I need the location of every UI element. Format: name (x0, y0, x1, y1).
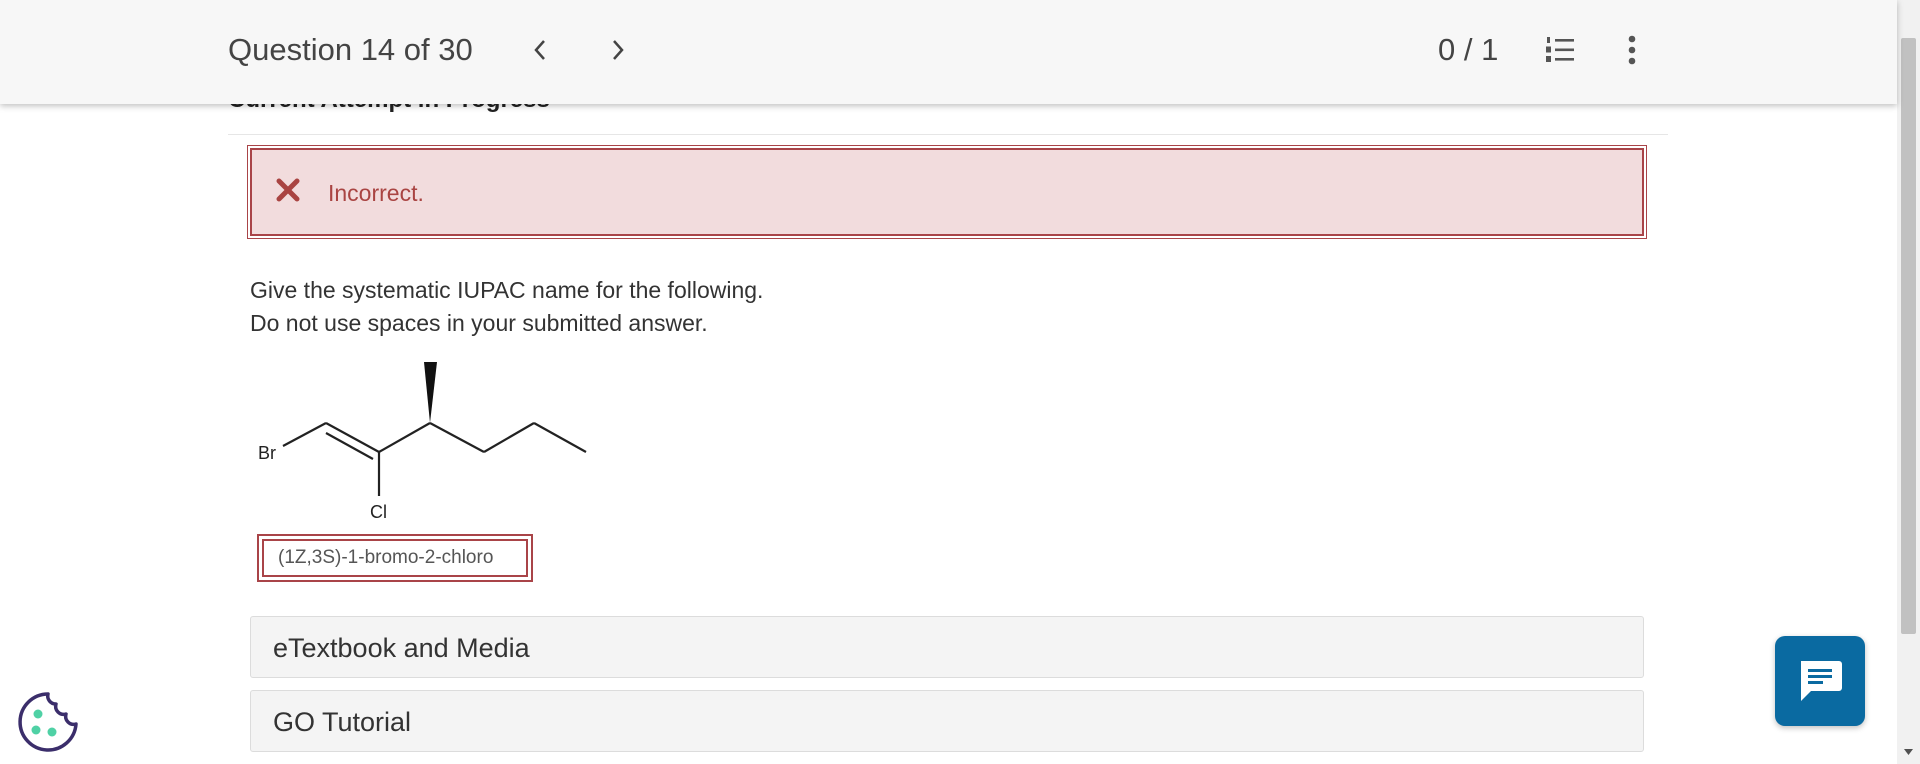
question-header-bar: Question 14 of 30 0 / 1 (0, 0, 1897, 104)
kebab-menu-icon (1628, 35, 1636, 65)
panel-label: GO Tutorial (273, 707, 412, 737)
numbered-list-icon (1546, 37, 1574, 62)
answer-field-wrapper (257, 534, 533, 582)
vertical-scrollbar[interactable] (1897, 0, 1920, 764)
divider (228, 134, 1668, 135)
error-x-icon (276, 178, 300, 202)
score: 0 / 1 (1438, 32, 1499, 67)
scrollbar-thumb[interactable] (1901, 38, 1916, 634)
feedback-message: Incorrect. (328, 180, 424, 206)
panel-label: eTextbook and Media (273, 633, 530, 663)
question-prompt: Give the systematic IUPAC name for the f… (250, 274, 763, 340)
chlorine-label: Cl (370, 502, 387, 522)
go-tutorial-panel[interactable]: GO Tutorial (250, 690, 1644, 752)
page: Current Attempt in Progress Question 14 … (0, 0, 1897, 764)
chat-button[interactable] (1775, 636, 1865, 726)
chat-icon (1801, 661, 1842, 701)
previous-question-button[interactable] (522, 30, 558, 70)
prompt-line-1: Give the systematic IUPAC name for the f… (250, 277, 764, 303)
question-list-button[interactable] (1544, 34, 1576, 71)
scroll-down-arrow-icon[interactable] (1903, 748, 1914, 756)
chevron-left-icon (534, 40, 545, 60)
answer-input[interactable] (262, 539, 528, 577)
etextbook-media-panel[interactable]: eTextbook and Media (250, 616, 1644, 678)
cookie-settings-button[interactable] (16, 690, 80, 759)
feedback-alert: Incorrect. (247, 145, 1647, 239)
molecule-structure: Br Cl (258, 362, 587, 522)
more-options-button[interactable] (1616, 34, 1648, 71)
prompt-line-2: Do not use spaces in your submitted answ… (250, 310, 708, 336)
chevron-right-icon (613, 40, 624, 60)
bromine-label: Br (258, 443, 276, 463)
question-counter: Question 14 of 30 (228, 32, 473, 67)
next-question-button[interactable] (600, 30, 636, 70)
cookie-icon (18, 692, 78, 752)
wedge-bond (424, 362, 437, 423)
